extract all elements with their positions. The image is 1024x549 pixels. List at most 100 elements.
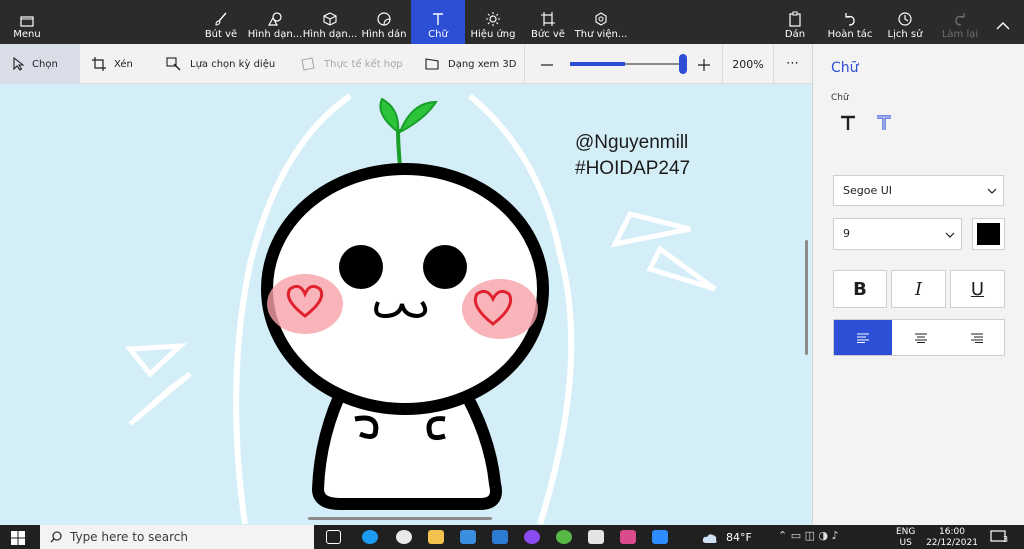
- undo-icon: [845, 13, 855, 26]
- tool-3d-shapes-button[interactable]: Hình dạn...: [302, 0, 358, 44]
- weather-widget[interactable]: [702, 530, 718, 549]
- blush-right: [462, 279, 538, 339]
- taskbar-search-box[interactable]: Type here to search: [40, 525, 314, 549]
- eye-right: [423, 245, 467, 289]
- dropbox-icon[interactable]: [492, 530, 508, 544]
- chevron-down-icon: [945, 232, 955, 238]
- history-clock-icon: [898, 12, 912, 26]
- italic-button[interactable]: I: [891, 270, 946, 308]
- plus-icon: [698, 59, 710, 71]
- tray-icons[interactable]: ⌃ ▭ ◫ ◑ ♪: [778, 529, 839, 542]
- panel-title: Chữ: [831, 60, 859, 76]
- crop-label: Xén: [114, 58, 133, 70]
- canvas-text-line2[interactable]: #HOIDAP247: [575, 158, 690, 179]
- tool-library-button[interactable]: Thư viện...: [574, 0, 628, 44]
- tool-brush-button[interactable]: Bút vẽ: [200, 0, 242, 44]
- plain-text-icon: [841, 115, 855, 130]
- sprout-leaf-left: [379, 97, 400, 134]
- edge-browser-icon[interactable]: [362, 530, 378, 544]
- redo-button[interactable]: Làm lại: [938, 0, 982, 44]
- align-center-button[interactable]: [892, 320, 949, 355]
- redo-icon: [955, 13, 965, 26]
- crop-icon: [92, 57, 106, 71]
- language-indicator[interactable]: ENG US: [896, 527, 915, 549]
- undo-button[interactable]: Hoàn tác: [826, 0, 874, 44]
- menu-button[interactable]: Menu: [6, 0, 48, 44]
- tool-library-label: Thư viện...: [574, 29, 628, 40]
- text-color-button[interactable]: [972, 218, 1005, 250]
- alignment-group: [833, 319, 1005, 356]
- zoom-slider-thumb[interactable]: [678, 54, 687, 74]
- mixed-reality-button[interactable]: Thực tế kết hợp: [300, 44, 403, 84]
- file-explorer-icon[interactable]: [428, 530, 444, 544]
- redo-label: Làm lại: [941, 29, 979, 40]
- plain-text-button[interactable]: [839, 114, 857, 136]
- align-left-button[interactable]: [834, 320, 892, 355]
- tool-sticker-button[interactable]: Hình dán: [362, 0, 406, 44]
- task-view-icon[interactable]: [326, 530, 341, 544]
- cursor-arrow-icon: [13, 57, 24, 71]
- fancy-text-button[interactable]: [875, 114, 893, 136]
- chrome-app-icon[interactable]: [556, 530, 572, 544]
- weather-temperature: 84°F: [726, 531, 752, 544]
- zoom-app-icon[interactable]: [652, 530, 668, 544]
- zoom-in-button[interactable]: [697, 57, 711, 76]
- tool-canvas-button[interactable]: Bức vẽ: [526, 0, 570, 44]
- zoom-out-button[interactable]: [540, 57, 554, 76]
- minus-icon: [541, 64, 553, 66]
- effects-sun-icon: [486, 12, 500, 26]
- history-label: Lịch sử: [887, 29, 923, 40]
- tool-brush-label: Bút vẽ: [204, 29, 238, 40]
- cloud-icon: [702, 534, 717, 543]
- paste-button[interactable]: Dán: [780, 0, 810, 44]
- tool-text-button[interactable]: Chữ: [411, 0, 465, 44]
- zalo-icon[interactable]: [588, 530, 604, 544]
- clock-time: 16:00: [939, 527, 965, 537]
- tool-effects-button[interactable]: Hiệu ứng: [470, 0, 516, 44]
- history-button[interactable]: Lịch sử: [884, 0, 926, 44]
- magic-select-button[interactable]: Lựa chọn kỳ diệu: [166, 44, 275, 84]
- view-3d-button[interactable]: Dạng xem 3D: [424, 44, 516, 84]
- font-family-dropdown[interactable]: Segoe UI: [833, 175, 1004, 206]
- canvas-text-line1[interactable]: @Nguyenmill: [575, 132, 688, 153]
- zoom-slider-fill: [570, 62, 625, 66]
- align-center-icon: [914, 333, 927, 343]
- sticker-icon: [377, 12, 391, 26]
- mixed-reality-label: Thực tế kết hợp: [324, 58, 403, 70]
- app-circle-icon[interactable]: [396, 530, 412, 544]
- folder-icon: [20, 16, 34, 27]
- blush-left: [267, 274, 343, 334]
- align-right-icon: [970, 333, 983, 343]
- menu-label: Menu: [13, 29, 41, 40]
- drawing-canvas[interactable]: @Nguyenmill #HOIDAP247: [0, 84, 808, 525]
- search-placeholder: Type here to search: [70, 530, 188, 544]
- text-color-swatch: [977, 223, 1000, 245]
- collapse-ribbon-button[interactable]: [996, 16, 1010, 35]
- clipboard-icon: [789, 11, 801, 27]
- zoom-percent[interactable]: 200%: [723, 44, 773, 84]
- crop-button[interactable]: Xén: [92, 44, 133, 84]
- start-button[interactable]: [11, 530, 25, 549]
- bold-button[interactable]: B: [833, 270, 887, 308]
- mail-icon[interactable]: [460, 530, 476, 544]
- align-right-button[interactable]: [949, 320, 1004, 355]
- text-icon: [433, 13, 443, 25]
- clock[interactable]: 16:00 22/12/2021: [924, 527, 980, 549]
- underline-button[interactable]: U: [950, 270, 1005, 308]
- zoom-slider[interactable]: [570, 54, 687, 74]
- messenger-icon[interactable]: [524, 530, 540, 544]
- tool-3d-shapes-label: Hình dạn...: [302, 29, 358, 40]
- font-family-value: Segoe UI: [843, 184, 893, 197]
- horizontal-scrollbar[interactable]: [308, 517, 492, 520]
- more-options-button[interactable]: ⋯: [786, 56, 799, 71]
- vertical-scrollbar[interactable]: [805, 240, 808, 355]
- select-button[interactable]: Chọn: [0, 44, 80, 84]
- tool-2d-shapes-button[interactable]: Hình dạn...: [248, 0, 302, 44]
- align-left-icon: [857, 333, 869, 343]
- font-size-dropdown[interactable]: 9: [833, 218, 962, 250]
- view-3d-icon: [425, 58, 439, 70]
- fancy-text-icon: [877, 115, 891, 130]
- chevron-up-icon: [996, 22, 1010, 30]
- paint3d-icon[interactable]: [620, 530, 636, 544]
- tool-text-label: Chữ: [428, 29, 448, 40]
